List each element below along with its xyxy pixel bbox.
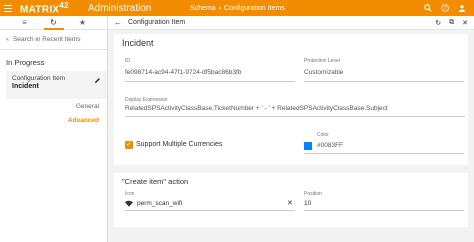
avatar-icon[interactable] — [458, 4, 466, 12]
in-progress-heading: In Progress — [6, 58, 45, 67]
id-value: fe098714-ac94-47f1-9724-df5bac86b3fb — [125, 69, 242, 76]
color-label: Color — [317, 132, 329, 138]
card-title: Incident — [122, 38, 154, 48]
position-label: Position — [304, 191, 322, 197]
recent-item-name: Incident — [12, 83, 39, 90]
action-card-title: "Create item" action — [122, 177, 189, 186]
id-underline — [125, 81, 295, 82]
sidebar-sub-general[interactable]: General — [0, 99, 107, 113]
color-swatch[interactable] — [304, 142, 312, 150]
main-panel: ← Configuration Item ↻ ⧉ ✕ Incident ID f… — [108, 16, 474, 242]
protection-level-label: Protection Level — [304, 58, 340, 64]
breadcrumb-separator: › — [218, 4, 222, 12]
wifi-icon — [125, 200, 133, 207]
breadcrumb-configuration-items[interactable]: Configuration Items — [224, 5, 285, 12]
main-content: Incident ID fe098714-ac94-47f1-9724-df5b… — [108, 30, 474, 242]
refresh-icon[interactable]: ↻ — [435, 19, 441, 27]
display-expression-underline — [125, 116, 465, 117]
sidebar: ≡ ↻ ★ In Progress Configuration Item Inc… — [0, 16, 108, 242]
multi-currency-checkbox[interactable]: ✓ — [125, 141, 133, 149]
create-item-action-card: "Create item" action Icon perm_scan_wifi… — [114, 173, 468, 227]
sidebar-sub-advanced[interactable]: Advanced — [0, 113, 107, 127]
close-icon[interactable]: ✕ — [462, 19, 468, 27]
top-bar: MATRIX42 Administration Schema › Configu… — [0, 0, 474, 16]
search-icon[interactable] — [424, 4, 432, 12]
main-header: ← Configuration Item ↻ ⧉ ✕ — [108, 16, 474, 30]
tab-history-icon[interactable]: ↻ — [43, 16, 64, 30]
position-underline — [304, 210, 464, 211]
header-title: Configuration Item — [128, 19, 186, 26]
pencil-icon[interactable] — [94, 77, 101, 84]
icon-label: Icon — [125, 191, 135, 197]
sidebar-search — [0, 30, 107, 50]
multi-currency-label: Support Multiple Currencies — [136, 141, 223, 148]
incident-card: Incident ID fe098714-ac94-47f1-9724-df5b… — [114, 34, 468, 165]
back-arrow-icon[interactable]: ← — [114, 18, 122, 27]
breadcrumb: Schema › Configuration Items — [190, 5, 285, 12]
svg-text:?: ? — [444, 6, 447, 12]
position-input[interactable]: 10 — [304, 200, 311, 207]
app-title: Administration — [88, 2, 152, 14]
tab-favorites-icon[interactable]: ★ — [73, 16, 93, 30]
id-label: ID — [125, 58, 130, 64]
color-value[interactable]: #0083FF — [317, 142, 343, 149]
icon-value[interactable]: perm_scan_wifi — [137, 200, 182, 207]
logo: MATRIX42 — [20, 0, 69, 16]
clear-icon[interactable]: ✕ — [287, 199, 293, 207]
recent-items-search-input[interactable] — [13, 36, 101, 43]
menu-icon[interactable] — [0, 0, 16, 16]
display-expression-label: Display Expression — [125, 97, 168, 103]
color-underline — [304, 153, 464, 154]
protection-level-value: Customizable — [304, 69, 344, 76]
search-icon — [6, 38, 9, 41]
sidebar-tabs: ≡ ↻ ★ — [0, 16, 107, 30]
help-icon[interactable]: ? — [441, 4, 449, 12]
tab-list-icon[interactable]: ≡ — [15, 16, 35, 30]
icon-underline — [125, 210, 295, 211]
display-expression-input[interactable]: RelatedSPSActivityClassBase.TicketNumber… — [125, 105, 465, 112]
recent-item-type: Configuration Item — [12, 75, 66, 82]
protection-underline — [304, 81, 464, 82]
recent-item-incident[interactable]: Configuration Item Incident — [6, 71, 107, 99]
open-external-icon[interactable]: ⧉ — [449, 19, 454, 27]
breadcrumb-schema[interactable]: Schema — [190, 5, 216, 12]
